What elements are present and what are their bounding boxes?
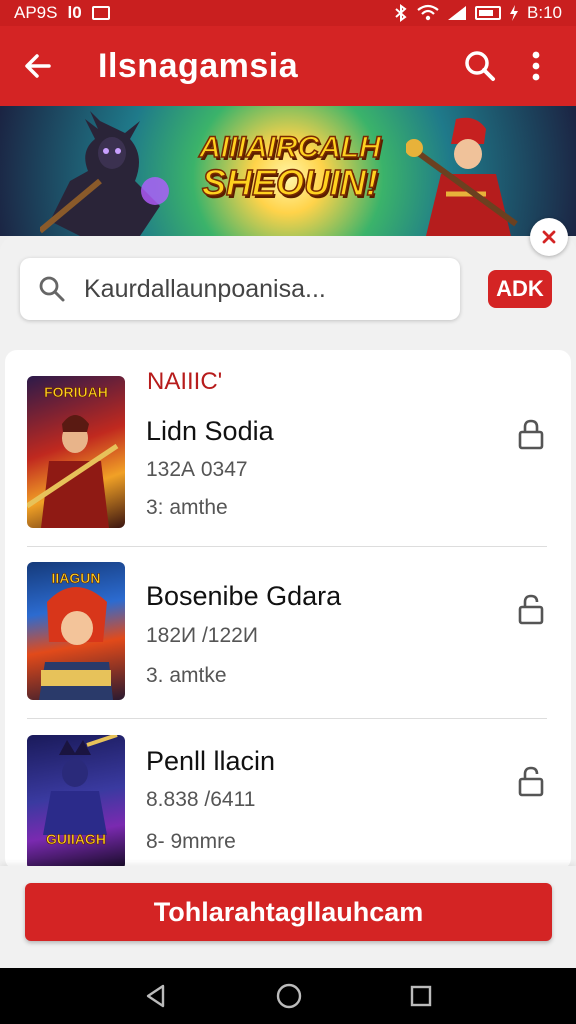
ad-badge[interactable]: ADK [488, 270, 552, 308]
back-button[interactable] [18, 46, 58, 86]
battery-icon [475, 6, 502, 20]
status-bar: AP9S l0 B:10 [0, 0, 576, 26]
game-duration: 3. amtke [146, 664, 227, 687]
game-duration: 8- 9mmre [146, 830, 236, 853]
banner-title: AIIIAIRCALH SHEOUIN! [190, 131, 390, 203]
app-bar: Ilsnagamsia [0, 26, 576, 106]
banner-line-2: SHEOUIN! [201, 161, 379, 203]
system-nav-bar [0, 968, 576, 1024]
nav-home-icon[interactable] [275, 982, 303, 1010]
bluetooth-icon [395, 4, 407, 22]
banner-character-right [406, 117, 518, 236]
banner-line-1: AIIIAIRCALH [198, 131, 381, 164]
divider [27, 546, 547, 547]
search-icon [465, 51, 495, 81]
status-app-text: AP9S [14, 3, 58, 22]
game-list: NAIIIC' FORIUAH Lidn Sodia 132А 0347 3: … [5, 350, 571, 870]
charging-icon [510, 5, 519, 21]
status-app-text-2: l0 [67, 3, 82, 22]
game-thumbnail: IIAGUN [27, 562, 125, 700]
status-time: B:10 [527, 3, 562, 22]
game-name: Lidn Sodia [146, 416, 274, 446]
cta-button[interactable]: Tohlarahtagllauhcam [25, 883, 552, 941]
close-icon [542, 230, 556, 244]
thumbnail-art [39, 587, 113, 700]
game-rating: 182И /122И [146, 624, 258, 647]
banner-character-left [40, 111, 169, 236]
game-rating: 8.838 /6411 [146, 788, 256, 811]
thumbnail-art [43, 735, 118, 835]
thumbnail-title: GUIIAGH [46, 831, 106, 848]
thumbnail-art [27, 415, 119, 528]
lock-icon[interactable] [515, 765, 547, 797]
search-button[interactable] [458, 44, 502, 88]
nav-back-icon[interactable] [143, 983, 169, 1009]
promo-banner[interactable]: AIIIAIRCALH SHEOUIN! [0, 106, 576, 236]
section-label: NAIIIC' [147, 368, 223, 395]
game-rating: 132А 0347 [146, 458, 248, 481]
status-left: AP9S l0 [14, 3, 110, 23]
wifi-icon [417, 4, 439, 21]
signal-icon [448, 6, 467, 20]
close-button[interactable] [530, 218, 568, 256]
lock-icon[interactable] [515, 593, 547, 625]
game-thumbnail: GUIIAGH [27, 735, 125, 870]
arrow-left-icon [25, 54, 51, 78]
status-right: B:10 [393, 3, 562, 23]
divider [27, 718, 547, 719]
game-thumbnail: FORIUAH [27, 376, 125, 528]
search-field[interactable]: Kaurdallaunpoanisa... [20, 258, 460, 320]
notification-icon [91, 6, 110, 20]
game-name: Penll llacin [146, 746, 276, 776]
more-options-button[interactable] [514, 44, 558, 88]
lock-icon[interactable] [515, 418, 547, 450]
search-icon [39, 276, 65, 302]
nav-recents-icon[interactable] [409, 984, 433, 1008]
app-title: Ilsnagamsia [98, 46, 299, 85]
game-duration: 3: amthe [146, 496, 228, 519]
game-name: Bosenibe Gdara [146, 581, 342, 611]
more-vertical-icon [532, 51, 540, 81]
search-placeholder: Kaurdallaunpoanisa... [84, 274, 326, 303]
